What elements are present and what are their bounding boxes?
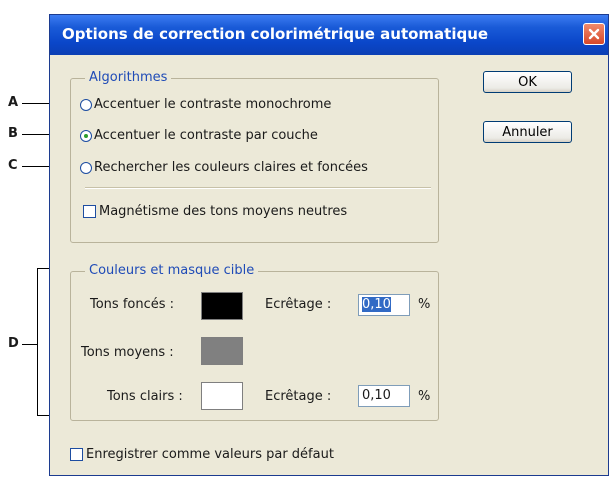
neutral-midtones-checkbox[interactable] bbox=[83, 205, 96, 218]
callout-a: A bbox=[8, 95, 19, 110]
shadows-clip-input[interactable]: 0,10 bbox=[358, 294, 410, 316]
cancel-button[interactable]: Annuler bbox=[483, 121, 572, 143]
highlights-label: Tons clairs : bbox=[107, 389, 183, 404]
radio-label: Rechercher les couleurs claires et foncé… bbox=[94, 160, 368, 175]
radio-label: Accentuer le contraste monochrome bbox=[94, 97, 332, 112]
shadows-color-swatch[interactable] bbox=[201, 292, 243, 320]
midtones-color-swatch[interactable] bbox=[201, 337, 243, 365]
callout-d-line bbox=[22, 344, 37, 345]
title-bar[interactable]: Options de correction colorimétrique aut… bbox=[50, 15, 608, 55]
dialog-title: Options de correction colorimétrique aut… bbox=[62, 25, 489, 43]
radio-label: Accentuer le contraste par couche bbox=[94, 128, 318, 143]
close-button[interactable] bbox=[583, 23, 605, 45]
ok-button[interactable]: OK bbox=[483, 71, 572, 93]
algorithms-divider bbox=[85, 187, 431, 189]
radio-button[interactable] bbox=[80, 161, 92, 174]
save-defaults-label: Enregistrer comme valeurs par défaut bbox=[86, 447, 334, 462]
callout-c: C bbox=[8, 158, 18, 173]
highlights-percent-sign: % bbox=[418, 389, 431, 404]
neutral-midtones-label: Magnétisme des tons moyens neutres bbox=[99, 204, 348, 219]
radio-find-dark-light-colors[interactable]: Rechercher les couleurs claires et foncé… bbox=[80, 160, 368, 175]
shadows-percent-sign: % bbox=[418, 297, 431, 312]
shadows-clip-label: Ecrêtage : bbox=[265, 297, 332, 312]
save-defaults-option[interactable]: Enregistrer comme valeurs par défaut bbox=[70, 447, 334, 462]
save-defaults-checkbox[interactable] bbox=[70, 448, 83, 461]
radio-monochromatic-contrast[interactable]: Accentuer le contraste monochrome bbox=[80, 97, 331, 112]
shadows-label: Tons foncés : bbox=[90, 297, 175, 312]
target-colors-legend: Couleurs et masque cible bbox=[85, 263, 259, 278]
midtones-label: Tons moyens : bbox=[81, 345, 174, 360]
algorithms-legend: Algorithmes bbox=[85, 70, 172, 85]
radio-per-channel-contrast[interactable]: Accentuer le contraste par couche bbox=[80, 128, 318, 143]
auto-color-correction-dialog: Options de correction colorimétrique aut… bbox=[49, 14, 609, 476]
radio-button-selected[interactable] bbox=[80, 129, 92, 142]
callout-d: D bbox=[8, 336, 19, 351]
neutral-midtones-option[interactable]: Magnétisme des tons moyens neutres bbox=[83, 204, 347, 219]
highlights-color-swatch[interactable] bbox=[201, 382, 243, 410]
close-icon bbox=[588, 28, 600, 40]
highlights-clip-input[interactable]: 0,10 bbox=[358, 385, 410, 407]
highlights-clip-label: Ecrêtage : bbox=[265, 389, 332, 404]
callout-b: B bbox=[8, 126, 18, 141]
radio-button[interactable] bbox=[80, 98, 92, 111]
